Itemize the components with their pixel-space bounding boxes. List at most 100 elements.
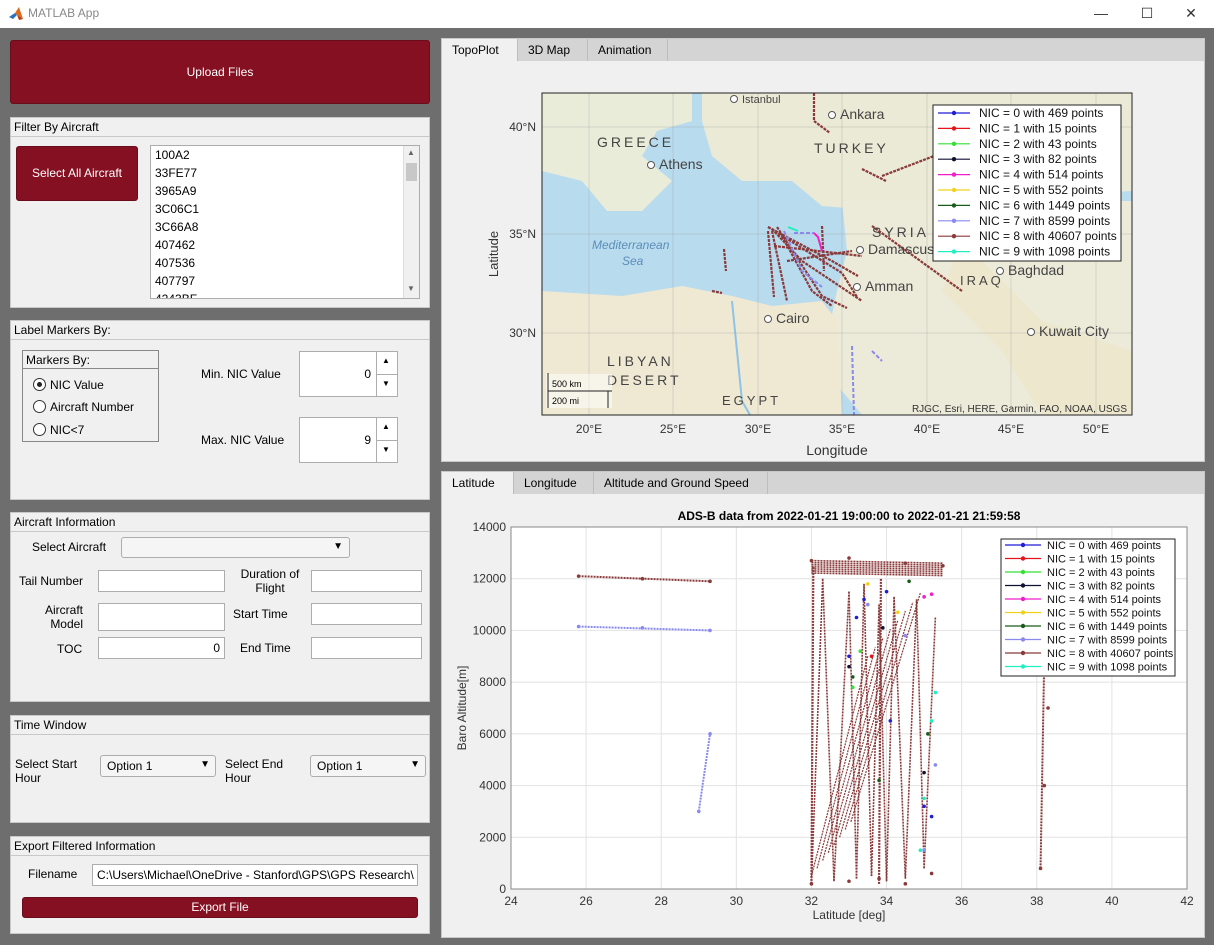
panel-title: Filter By Aircraft <box>14 120 99 134</box>
aircraft-list-item[interactable]: 33FE77 <box>155 166 197 180</box>
latitude-altitude-chart[interactable]: 24 26 28 30 32 34 36 38 40 42 0 2000 4000 6000 8000 100… <box>442 494 1204 937</box>
tab-altitude-ground-speed[interactable]: Altitude and Ground Speed <box>594 472 768 494</box>
map-legend-marker <box>951 110 957 116</box>
aircraft-model-field[interactable] <box>98 603 225 631</box>
map-legend: NIC = 0 with 469 pointsNIC = 1 with 15 p… <box>932 104 1122 262</box>
tab-latitude[interactable]: Latitude <box>442 472 514 494</box>
map-place-label: Damascus <box>868 241 934 257</box>
map-legend-label: NIC = 4 with 514 points <box>979 168 1103 182</box>
data-point <box>903 561 908 565</box>
map-place-label: Kuwait City <box>1039 323 1109 339</box>
map-legend-label: NIC = 9 with 1098 points <box>979 245 1110 259</box>
map-legend-marker <box>951 234 957 239</box>
map-place-label: Cairo <box>776 310 810 326</box>
data-point <box>640 626 645 630</box>
data-point <box>696 809 701 814</box>
map-xtick-label: 30°E <box>745 422 771 436</box>
chart-title: ADS-B data from 2022-01-21 19:00:00 to 2… <box>678 509 1021 523</box>
aircraft-list-item[interactable]: 3C66A8 <box>155 220 198 234</box>
select-aircraft-dropdown[interactable]: ▼ <box>121 537 350 558</box>
tab-topoplot[interactable]: TopoPlot <box>442 39 518 61</box>
city-marker <box>764 315 772 323</box>
chart-legend-label: NIC = 2 with 43 points <box>1047 567 1155 579</box>
aircraft-list-item[interactable]: 100A2 <box>155 148 190 162</box>
toc-field[interactable]: 0 <box>98 637 225 659</box>
data-point <box>640 576 645 581</box>
radio-nic-value[interactable] <box>33 378 46 391</box>
chart-tab-bar: Latitude Longitude Altitude and Ground S… <box>442 472 1204 494</box>
filename-field[interactable]: C:\Users\Michael\OneDrive - Stanford\GPS… <box>92 864 418 886</box>
aircraft-list-item[interactable]: 3C06C1 <box>155 202 199 216</box>
chart-legend-label: NIC = 6 with 1449 points <box>1047 621 1168 633</box>
tail-number-field[interactable] <box>98 570 225 592</box>
aircraft-list-item[interactable]: 407797 <box>155 274 195 288</box>
aircraft-list-item[interactable]: 407536 <box>155 256 195 270</box>
aircraft-list-item[interactable]: 3965A9 <box>155 184 196 198</box>
start-hour-dropdown[interactable]: Option 1 ▼ <box>100 755 216 777</box>
spin-up-icon[interactable]: ▲ <box>382 422 390 431</box>
data-point <box>847 556 851 560</box>
map-xtick-label: 20°E <box>576 422 602 436</box>
end-hour-dropdown[interactable]: Option 1 ▼ <box>310 755 426 777</box>
window-title: MATLAB App <box>28 6 100 20</box>
aircraft-list-item[interactable]: 407462 <box>155 238 195 252</box>
tab-animation[interactable]: Animation <box>588 39 668 61</box>
data-point <box>903 633 908 638</box>
data-point <box>922 595 926 599</box>
data-point <box>1046 706 1050 710</box>
map-legend-label: NIC = 3 with 82 points <box>979 152 1097 166</box>
duration-field[interactable] <box>311 570 422 592</box>
data-point <box>922 848 926 853</box>
tail-number-label: Tail Number <box>19 574 84 588</box>
spinner-arrows: ▲ ▼ <box>376 352 397 396</box>
divider <box>23 368 158 369</box>
chart-xtick-label: 36 <box>955 894 969 908</box>
scroll-up-icon[interactable]: ▲ <box>407 148 415 157</box>
data-point <box>847 654 851 659</box>
end-hour-label: Select End Hour <box>225 757 284 785</box>
aircraft-model-label: Aircraft Model <box>44 603 83 631</box>
divider <box>11 855 429 856</box>
tab-3d-map[interactable]: 3D Map <box>518 39 588 61</box>
select-all-aircraft-button[interactable]: Select All Aircraft <box>16 146 138 201</box>
map-place-label: GREECE <box>597 134 674 150</box>
tab-longitude[interactable]: Longitude <box>514 472 594 494</box>
start-time-field[interactable] <box>311 603 422 625</box>
chart-legend-marker <box>1020 596 1026 602</box>
map-place-label: SYRIA <box>872 224 929 240</box>
scroll-thumb[interactable] <box>406 163 417 181</box>
divider <box>377 374 397 375</box>
topo-map-plot[interactable]: Istanbul Ankara GREECE TURKEY Athens Mediterr… <box>442 61 1204 461</box>
max-nic-spinner[interactable]: 9 ▲ ▼ <box>299 417 398 463</box>
end-time-field[interactable] <box>311 637 422 659</box>
minimize-button[interactable]: — <box>1078 0 1124 28</box>
divider <box>11 136 429 137</box>
map-ytick-label: 40°N <box>509 120 536 134</box>
min-nic-spinner[interactable]: 0 ▲ ▼ <box>299 351 398 397</box>
spin-down-icon[interactable]: ▼ <box>382 445 390 454</box>
data-point <box>926 732 930 736</box>
chart-legend-marker <box>1020 650 1026 656</box>
panel-title: Label Markers By: <box>14 323 111 337</box>
end-time-label: End Time <box>240 641 291 655</box>
chart-xtick-label: 40 <box>1105 894 1119 908</box>
upload-files-button[interactable]: Upload Files <box>10 40 430 104</box>
listbox-scrollbar[interactable]: ▲ ▼ <box>403 146 419 298</box>
spin-up-icon[interactable]: ▲ <box>382 356 390 365</box>
divider <box>377 440 397 441</box>
radio-aircraft-number[interactable] <box>33 400 46 413</box>
scroll-down-icon[interactable]: ▼ <box>407 284 415 293</box>
maximize-button[interactable]: ☐ <box>1124 0 1170 28</box>
spin-down-icon[interactable]: ▼ <box>382 379 390 388</box>
data-point <box>809 882 814 886</box>
aircraft-listbox[interactable]: 100A2 33FE77 3965A9 3C06C1 3C66A8 407462 40753… <box>150 145 420 299</box>
data-point <box>708 628 712 633</box>
export-file-button[interactable]: Export File <box>22 897 418 918</box>
radio-label-aircraft-number: Aircraft Number <box>50 400 135 414</box>
chart-xtick-label: 34 <box>880 894 894 908</box>
chart-ytick-label: 4000 <box>479 779 506 793</box>
spinner-arrows: ▲ ▼ <box>376 418 397 462</box>
aircraft-list-item[interactable]: 4243BF <box>155 292 197 298</box>
close-button[interactable]: ✕ <box>1168 0 1214 28</box>
radio-nic-lt-7[interactable] <box>33 423 46 436</box>
